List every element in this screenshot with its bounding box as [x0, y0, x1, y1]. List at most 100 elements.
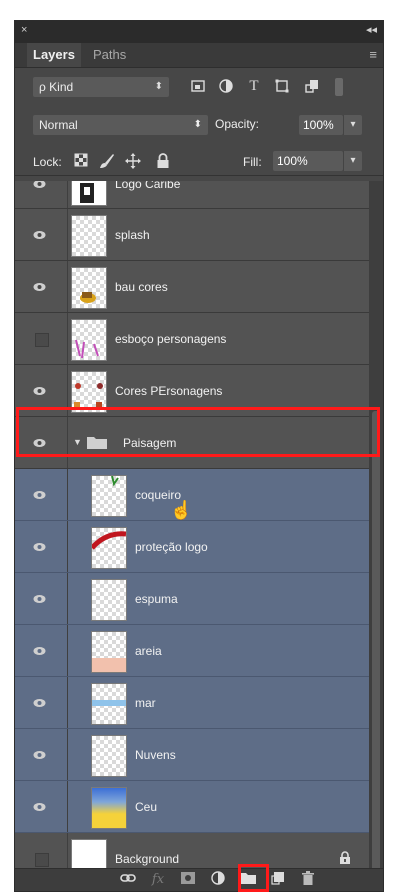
- visibility-cell[interactable]: [15, 573, 68, 624]
- lock-brush-icon[interactable]: [99, 153, 115, 169]
- lock-label: Lock:: [33, 155, 62, 169]
- filter-kind-label: ρ Kind: [39, 80, 74, 94]
- blend-mode-select[interactable]: Normal ⬍: [33, 115, 208, 135]
- lock-all-icon[interactable]: [155, 153, 171, 169]
- visibility-cell[interactable]: [15, 181, 68, 208]
- layer-name[interactable]: proteção logo: [135, 539, 208, 555]
- layer-thumbnail: [91, 682, 127, 725]
- layer-row[interactable]: Background: [15, 833, 369, 871]
- opacity-dropdown-icon[interactable]: ▾: [343, 115, 362, 135]
- eye-icon[interactable]: [33, 181, 46, 190]
- opacity-input[interactable]: 100%: [299, 115, 343, 135]
- visibility-cell[interactable]: [15, 729, 68, 780]
- visibility-off-box[interactable]: [35, 852, 49, 867]
- scrollbar-thumb[interactable]: [372, 411, 380, 871]
- visibility-cell[interactable]: [15, 469, 68, 520]
- eye-icon[interactable]: [33, 489, 46, 501]
- tab-paths[interactable]: Paths: [87, 43, 132, 67]
- link-layers-icon[interactable]: [119, 871, 137, 889]
- close-icon[interactable]: ×: [21, 24, 27, 36]
- group-expand-icon[interactable]: ▼: [73, 437, 82, 447]
- layer-row[interactable]: espuma: [15, 573, 369, 625]
- add-mask-icon[interactable]: [179, 871, 197, 889]
- layer-row[interactable]: esboço personagens: [15, 313, 369, 365]
- tab-layers[interactable]: Layers: [27, 43, 81, 67]
- layer-name[interactable]: Background: [115, 851, 179, 867]
- layer-name[interactable]: splash: [115, 227, 150, 243]
- group-name[interactable]: Paisagem: [123, 435, 176, 451]
- panel-menu-icon[interactable]: ≡: [369, 47, 377, 62]
- visibility-cell[interactable]: [15, 833, 68, 871]
- visibility-cell[interactable]: [15, 417, 68, 468]
- chevron-updown-icon: ⬍: [193, 119, 202, 130]
- layer-thumbnail: [71, 266, 107, 309]
- fx-icon[interactable]: fx: [149, 871, 167, 889]
- visibility-cell[interactable]: [15, 677, 68, 728]
- eye-icon[interactable]: [33, 437, 46, 449]
- layer-row[interactable]: Nuvens: [15, 729, 369, 781]
- eye-icon[interactable]: [33, 801, 46, 813]
- fill-dropdown-icon[interactable]: ▾: [343, 151, 362, 171]
- eye-icon[interactable]: [33, 281, 46, 293]
- lock-transparent-icon[interactable]: [73, 153, 89, 169]
- smart-object-filter-icon[interactable]: [305, 79, 319, 93]
- pixel-filter-icon[interactable]: [191, 79, 205, 93]
- layer-row[interactable]: splash: [15, 209, 369, 261]
- layer-name[interactable]: Cores PErsonagens: [115, 383, 222, 399]
- lock-move-icon[interactable]: [125, 153, 141, 169]
- layer-name[interactable]: mar: [135, 695, 156, 711]
- visibility-cell[interactable]: [15, 521, 68, 572]
- adjustment-filter-icon[interactable]: [219, 79, 233, 93]
- layer-row[interactable]: Cores PErsonagens: [15, 365, 369, 417]
- eye-icon[interactable]: [33, 229, 46, 241]
- folder-icon: [87, 435, 107, 454]
- layer-thumbnail: [91, 474, 127, 517]
- filter-kind-select[interactable]: ρ Kind ⬍: [33, 77, 169, 97]
- layer-row[interactable]: mar: [15, 677, 369, 729]
- eye-icon[interactable]: [33, 697, 46, 709]
- trash-icon[interactable]: [299, 871, 317, 889]
- visibility-cell[interactable]: [15, 781, 68, 832]
- visibility-cell[interactable]: [15, 209, 68, 260]
- collapse-icon[interactable]: ◂◂: [366, 23, 377, 36]
- layer-thumbnail: [91, 630, 127, 673]
- layer-group-row[interactable]: ▼ Paisagem: [15, 417, 369, 469]
- shape-filter-icon[interactable]: [275, 79, 289, 93]
- eye-icon[interactable]: [33, 385, 46, 397]
- eye-icon[interactable]: [33, 749, 46, 761]
- type-filter-icon[interactable]: T: [247, 79, 261, 94]
- eye-icon[interactable]: [33, 645, 46, 657]
- layer-name[interactable]: esboço personagens: [115, 331, 226, 347]
- layers-list[interactable]: Logo Caribe splash bau cores esboço pers…: [15, 181, 369, 871]
- layer-row[interactable]: areia: [15, 625, 369, 677]
- layers-scrollbar[interactable]: [369, 181, 383, 871]
- layer-name[interactable]: Nuvens: [135, 747, 176, 763]
- layer-name[interactable]: bau cores: [115, 279, 168, 295]
- layer-name[interactable]: Logo Caribe: [115, 181, 180, 192]
- layer-row[interactable]: Ceu: [15, 781, 369, 833]
- eye-icon[interactable]: [33, 593, 46, 605]
- layer-name[interactable]: areia: [135, 643, 162, 659]
- bottom-toolbar: fx: [15, 868, 383, 891]
- filter-toggle-switch[interactable]: [335, 78, 343, 96]
- visibility-cell[interactable]: [15, 365, 68, 416]
- layer-thumbnail: [71, 838, 107, 871]
- new-layer-icon[interactable]: [269, 871, 287, 889]
- layer-row[interactable]: bau cores: [15, 261, 369, 313]
- eye-icon[interactable]: [33, 541, 46, 553]
- new-group-folder-icon[interactable]: [239, 871, 257, 889]
- layer-name[interactable]: espuma: [135, 591, 178, 607]
- visibility-off-box[interactable]: [35, 332, 49, 347]
- layer-thumbnail: [91, 786, 127, 829]
- layer-row[interactable]: Logo Caribe: [15, 181, 369, 209]
- visibility-cell[interactable]: [15, 261, 68, 312]
- visibility-cell[interactable]: [15, 625, 68, 676]
- fill-input[interactable]: 100%: [273, 151, 343, 171]
- layer-thumbnail: [71, 214, 107, 257]
- layer-thumbnail: [71, 318, 107, 361]
- visibility-cell[interactable]: [15, 313, 68, 364]
- layer-row[interactable]: proteção logo: [15, 521, 369, 573]
- adjustment-layer-icon[interactable]: [209, 871, 227, 889]
- layer-thumbnail: [71, 370, 107, 413]
- layer-name[interactable]: Ceu: [135, 799, 157, 815]
